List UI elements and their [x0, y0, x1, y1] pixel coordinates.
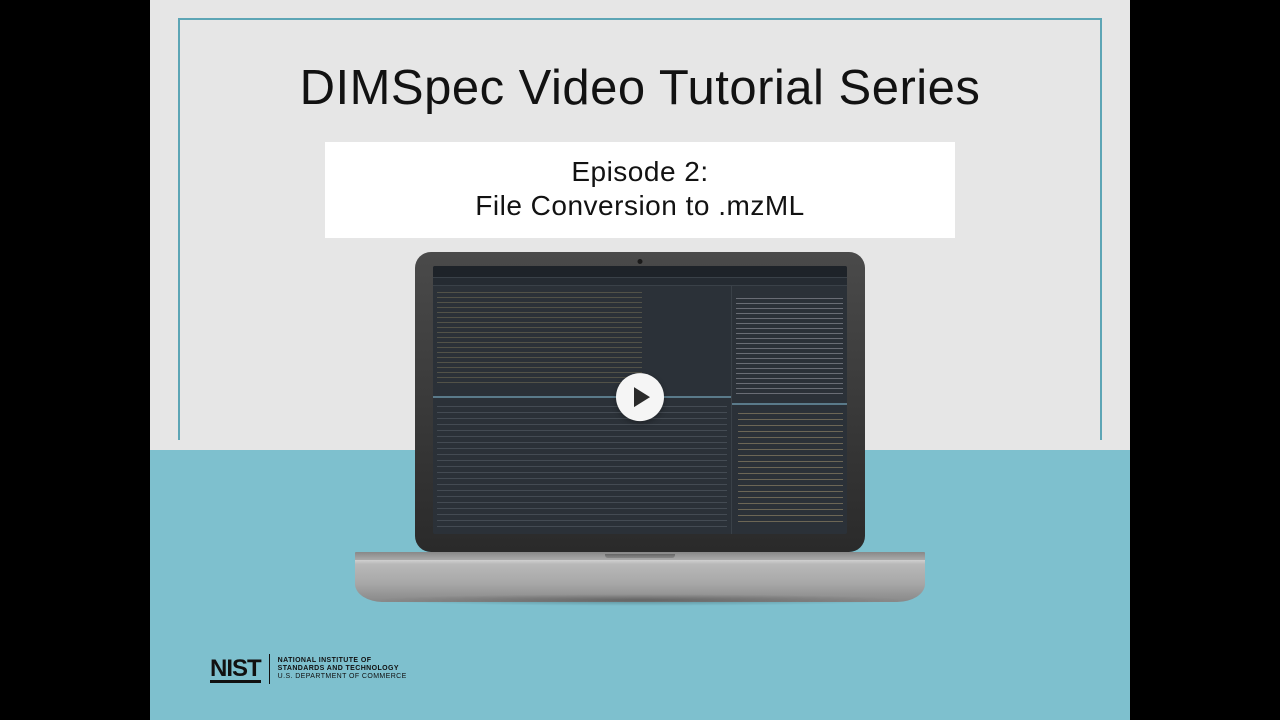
nist-line-1: NATIONAL INSTITUTE OF: [278, 657, 407, 665]
laptop-hinge: [355, 552, 925, 560]
laptop-screen: [433, 266, 847, 534]
episode-title: File Conversion to .mzML: [345, 190, 935, 222]
nist-tagline: NATIONAL INSTITUTE OF STANDARDS AND TECH…: [278, 657, 407, 681]
play-icon: [634, 387, 650, 407]
laptop-base: [355, 560, 925, 602]
ide-right-panes: [731, 286, 847, 534]
slide-content: DIMSpec Video Tutorial Series Episode 2:…: [150, 0, 1130, 720]
video-frame: DIMSpec Video Tutorial Series Episode 2:…: [0, 0, 1280, 720]
ide-menu-bar: [433, 266, 847, 278]
laptop-bezel: [415, 252, 865, 552]
logo-divider: [269, 654, 270, 684]
right-pillarbox: [1130, 0, 1280, 720]
nist-wordmark: NIST: [210, 655, 261, 683]
ide-environment-pane: [732, 286, 847, 405]
ide-console-pane: [433, 398, 731, 534]
nist-logo: NIST NATIONAL INSTITUTE OF STANDARDS AND…: [210, 654, 407, 684]
ide-left-panes: [433, 286, 731, 534]
episode-card: Episode 2: File Conversion to .mzML: [325, 142, 955, 238]
laptop-graphic: [355, 252, 925, 602]
nist-line-3: U.S. DEPARTMENT OF COMMERCE: [278, 673, 407, 681]
nist-line-2: STANDARDS AND TECHNOLOGY: [278, 665, 407, 673]
laptop-camera-dot: [638, 259, 643, 264]
ide-source-pane: [433, 286, 731, 398]
ide-files-pane: [732, 405, 847, 534]
left-pillarbox: [0, 0, 150, 720]
episode-number: Episode 2:: [345, 156, 935, 188]
ide-toolbar: [433, 278, 847, 286]
series-title: DIMSpec Video Tutorial Series: [150, 60, 1130, 116]
play-button[interactable]: [616, 373, 664, 421]
